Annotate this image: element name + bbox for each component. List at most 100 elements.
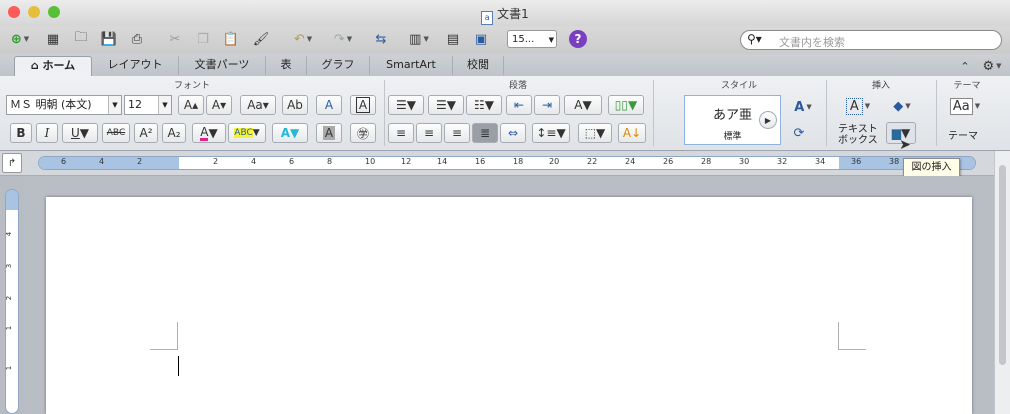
textbox-label: テキスト ボックス [838,124,878,146]
tab-stop-selector[interactable]: ↱ [2,153,22,173]
phonetic-guide-button[interactable]: A [316,95,342,115]
window-title-text: 文書1 [497,7,529,21]
group-label-theme: テーマ [953,81,981,91]
line-spacing-button[interactable]: ↕≡ ▼ [532,123,570,143]
shrink-font-icon: A▾ [211,98,227,112]
save-button[interactable]: 💾 [98,28,120,50]
tab-review[interactable]: 校閲 [453,56,504,75]
styles-pane-button[interactable]: ⟳ [788,122,810,144]
multilevel-list-button[interactable]: ☷ ▼ [466,95,502,115]
zoom-select[interactable]: 15... ▼ [507,30,557,48]
superscript-button[interactable]: A² [134,123,158,143]
tab-tables[interactable]: 表 [266,56,307,75]
help-button[interactable]: ? [569,30,587,48]
toolbox-button[interactable]: ▤ [442,28,464,50]
font-name-select[interactable]: ＭＳ 明朝 (本文) ▼ [6,95,122,115]
tab-smartart[interactable]: SmartArt [370,56,453,75]
columns-button[interactable]: ▯▯ ▼ [608,95,644,115]
borders-button[interactable]: ⬚ ▼ [578,123,612,143]
vertical-scrollbar[interactable] [994,151,1010,414]
manage-styles-button[interactable]: A ▼ [788,96,818,118]
search-input[interactable]: ⚲▾ 文書内を検索 [740,30,1002,50]
new-document-button[interactable]: ⊕ ▼ [4,28,36,50]
bullets-button[interactable]: ☰ ▼ [388,95,424,115]
numbering-button[interactable]: ☰ ▼ [428,95,464,115]
align-left-button[interactable]: ≡ [388,123,414,143]
text-effects-icon: A [280,126,291,140]
text-effects-button[interactable]: A ▼ [272,123,308,143]
view-button[interactable]: ▥ ▼ [402,28,436,50]
format-painter-button[interactable]: 🖌 [250,28,272,50]
subscript-button[interactable]: A₂ [162,123,186,143]
vertical-ruler-tick-label: 1 [5,365,14,371]
open-button[interactable]: 🗀 [70,28,92,50]
font-size-select[interactable]: 12 ▼ [124,95,172,115]
align-right-button[interactable]: ≡ [444,123,470,143]
crop-mark [838,322,839,350]
increase-indent-button[interactable]: ⇥ [534,95,560,115]
undo-button[interactable]: ↶ ▼ [286,28,320,50]
style-name: 標準 [723,132,742,142]
textbox-button[interactable]: A ▼ [836,95,880,117]
font-color-button[interactable]: A ▼ [192,123,226,143]
copy-button[interactable]: ❐ [192,28,214,50]
change-case-icon: Aa▾ [247,98,269,112]
text-direction-button[interactable]: A ▼ [564,95,602,115]
zoom-value: 15... [512,34,535,45]
highlight-icon: ABC [234,128,253,138]
print-button[interactable]: ⎙ [126,28,148,50]
redo-button[interactable]: ↷ ▼ [326,28,360,50]
change-case-button[interactable]: Aa▾ [240,95,276,115]
tab-document-elements[interactable]: 文書パーツ [179,56,266,75]
scrollbar-thumb[interactable] [999,165,1006,365]
shrink-font-button[interactable]: A▾ [206,95,232,115]
italic-button[interactable]: I [36,123,58,143]
clear-formatting-button[interactable]: Ab [282,95,308,115]
bold-button[interactable]: B [10,123,32,143]
character-border-button[interactable]: A [350,95,376,115]
vertical-ruler[interactable]: 4 3 2 1 1 [5,189,19,414]
title-bar: a 文書1 [0,0,1010,26]
italic-icon: I [44,126,50,140]
tab-layout[interactable]: レイアウト [92,56,179,75]
font-name-value: ＭＳ 明朝 (本文) [10,98,92,111]
ruler-tick-label: 6 [289,157,295,166]
themes-icon: Aa [949,97,973,115]
ruler-tick-label: 14 [437,157,448,166]
distributed-button[interactable]: ⇔ [500,123,526,143]
paste-button[interactable]: 📋 [220,28,242,50]
shapes-button[interactable]: ◆ ▼ [886,95,918,117]
style-gallery-next-button[interactable]: ▶ [759,111,777,129]
collapse-ribbon-button[interactable]: ⌃ [956,55,974,77]
horizontal-ruler[interactable]: 6 4 2 2 4 6 8 10 12 14 16 18 20 22 24 26 28 30 32 34 36 38 [38,156,976,170]
grow-font-button[interactable]: A▴ [178,95,204,115]
enclosed-character-icon: ㊫ [356,126,369,141]
gallery-button[interactable]: ▦ [42,28,64,50]
media-browser-button[interactable]: ▣ [470,28,492,50]
gear-icon: ⚙ [982,58,995,74]
document-icon: a [481,11,494,25]
enclose-characters-button[interactable]: ㊫ [350,123,376,143]
ruler-tick-label: 38 [889,157,900,166]
themes-button[interactable]: Aa ▼ [944,95,986,117]
sort-button[interactable]: A↓ [618,123,646,143]
tab-home[interactable]: ⌂ ホーム [14,56,92,76]
group-label-font: フォント [173,81,210,91]
paragraph-marks-button[interactable]: ⇆ [370,28,392,50]
increase-indent-icon: ⇥ [541,98,553,112]
themes-label: テーマ [948,131,978,142]
strikethrough-button[interactable]: ABC [102,123,130,143]
character-shading-button[interactable]: A [316,123,342,143]
text-cursor [178,356,179,376]
underline-button[interactable]: U ▼ [62,123,98,143]
highlight-button[interactable]: ABC ▼ [228,123,266,143]
tab-charts[interactable]: グラフ [307,56,370,75]
justify-button[interactable]: ≣ [472,123,498,143]
decrease-indent-button[interactable]: ⇤ [506,95,532,115]
document-page[interactable] [46,197,972,414]
vertical-ruler-tick-label: 2 [5,295,14,301]
sort-icon: A↓ [622,126,642,140]
cut-button[interactable]: ✂ [164,28,186,50]
align-center-button[interactable]: ≡ [416,123,442,143]
ribbon-settings-button[interactable]: ⚙ ▼ [978,55,1006,77]
